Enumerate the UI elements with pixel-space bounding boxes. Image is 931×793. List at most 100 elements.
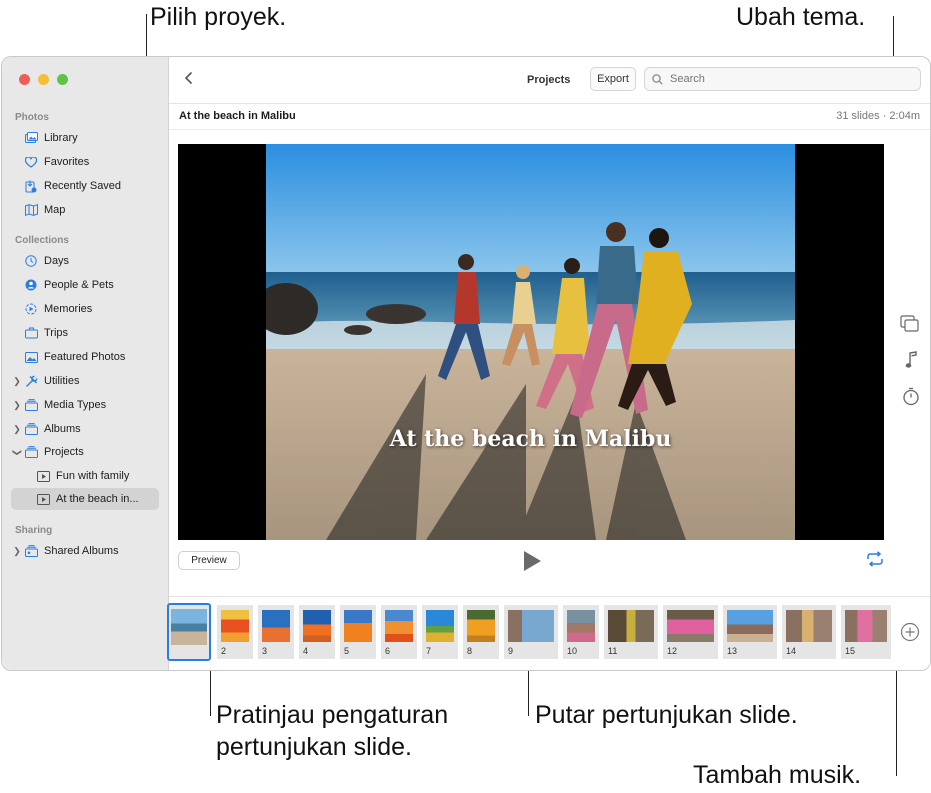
- slide-number: 5: [344, 646, 350, 656]
- stack-icon: [24, 445, 38, 459]
- slide-title-overlay: At the beach in Malibu: [389, 426, 672, 452]
- filmstrip-thumb[interactable]: 5: [340, 605, 376, 659]
- sidebar-item-label: Recently Saved: [44, 180, 122, 192]
- filmstrip-thumb[interactable]: 2: [217, 605, 253, 659]
- slide-number: 8: [467, 646, 473, 656]
- loop-button[interactable]: [866, 551, 884, 572]
- sidebar: Photos Library Favorites Recently Saved …: [2, 57, 169, 670]
- slide-number: 2: [221, 646, 227, 656]
- map-icon: [24, 203, 38, 217]
- sidebar-item-label: Map: [44, 204, 66, 216]
- sidebar-item-label: Fun with family: [56, 470, 130, 482]
- slide-viewer[interactable]: At the beach in Malibu: [178, 144, 884, 540]
- sidebar-item-memories[interactable]: Memories: [11, 298, 159, 320]
- slide-number: 6: [385, 646, 391, 656]
- slide-number: 15: [845, 646, 856, 656]
- callout-change-theme: Ubah tema.: [736, 3, 866, 31]
- callout-play-slideshow: Putar pertunjukan slide.: [535, 701, 798, 729]
- sidebar-item-project-at-the-beach[interactable]: At the beach in...: [11, 488, 159, 510]
- project-header: At the beach in Malibu 31 slides · 2:04m: [169, 104, 930, 130]
- slide-photo: [266, 144, 795, 540]
- sidebar-item-trips[interactable]: Trips: [11, 322, 159, 344]
- minimize-window-button[interactable]: [38, 74, 49, 85]
- library-icon: [24, 131, 38, 145]
- zoom-window-button[interactable]: [57, 74, 68, 85]
- sidebar-item-label: Media Types: [44, 399, 107, 411]
- sidebar-item-people-pets[interactable]: People & Pets: [11, 274, 159, 296]
- photos-window: Photos Library Favorites Recently Saved …: [1, 56, 931, 671]
- chevron-right-icon[interactable]: ❯: [11, 400, 23, 411]
- sidebar-item-favorites[interactable]: Favorites: [11, 151, 159, 173]
- slide-number: 14: [786, 646, 797, 656]
- filmstrip-thumb[interactable]: 4: [299, 605, 335, 659]
- filmstrip-thumb[interactable]: 15: [841, 605, 891, 659]
- chevron-down-icon[interactable]: ❯: [12, 446, 23, 458]
- person-icon: [24, 278, 38, 292]
- sidebar-item-map[interactable]: Map: [11, 199, 159, 221]
- filmstrip-thumb[interactable]: 7: [422, 605, 458, 659]
- music-button[interactable]: [905, 351, 919, 374]
- filmstrip-thumb[interactable]: 14: [782, 605, 836, 659]
- sidebar-item-albums[interactable]: ❯ Albums: [11, 418, 159, 440]
- chevron-right-icon[interactable]: ❯: [11, 546, 23, 557]
- slide-number: 12: [667, 646, 678, 656]
- window-controls: [19, 74, 68, 85]
- filmstrip-thumb[interactable]: 3: [258, 605, 294, 659]
- chevron-right-icon[interactable]: ❯: [11, 424, 23, 435]
- sidebar-item-recently-saved[interactable]: Recently Saved: [11, 175, 159, 197]
- filmstrip-thumb[interactable]: [167, 603, 211, 661]
- sidebar-item-shared-albums[interactable]: ❯ Shared Albums: [11, 540, 159, 562]
- sidebar-item-label: Library: [44, 132, 78, 144]
- filmstrip-thumb[interactable]: 12: [663, 605, 718, 659]
- slide-number: 4: [303, 646, 309, 656]
- preview-button[interactable]: Preview: [178, 551, 240, 570]
- sidebar-item-media-types[interactable]: ❯ Media Types: [11, 394, 159, 416]
- sidebar-item-utilities[interactable]: ❯ Utilities: [11, 370, 159, 392]
- play-button[interactable]: [522, 550, 542, 577]
- sidebar-item-days[interactable]: Days: [11, 250, 159, 272]
- themes-button[interactable]: [900, 315, 920, 338]
- repeat-icon: [867, 551, 883, 567]
- filmstrip-thumb[interactable]: 6: [381, 605, 417, 659]
- filmstrip-thumb[interactable]: 10: [563, 605, 599, 659]
- sidebar-section-photos: Photos: [15, 112, 49, 123]
- sidebar-item-project-fun-with-family[interactable]: Fun with family: [11, 465, 159, 487]
- duration-button[interactable]: [902, 387, 920, 411]
- close-window-button[interactable]: [19, 74, 30, 85]
- add-slide-button[interactable]: [900, 622, 920, 647]
- chevron-right-icon[interactable]: ❯: [11, 376, 23, 387]
- filmstrip-thumb[interactable]: 8: [463, 605, 499, 659]
- search-field[interactable]: [644, 67, 921, 91]
- callout-preview-settings-1: Pratinjau pengaturan: [216, 701, 449, 729]
- sidebar-item-label: Albums: [44, 423, 81, 435]
- photo-icon: [24, 350, 38, 364]
- export-button[interactable]: Export: [590, 67, 636, 91]
- sidebar-section-sharing: Sharing: [15, 525, 53, 536]
- recently-saved-icon: [24, 179, 38, 193]
- sidebar-item-projects[interactable]: ❯ Projects: [11, 441, 159, 463]
- play-icon: [524, 551, 541, 571]
- slide-number: 11: [608, 646, 618, 656]
- sidebar-item-label: Memories: [44, 303, 93, 315]
- chevron-left-icon: [184, 71, 193, 85]
- project-info: 31 slides · 2:04m: [836, 110, 920, 122]
- slideshow-icon: [36, 469, 50, 483]
- timer-icon: [903, 387, 919, 406]
- callout-add-music: Tambah musik.: [693, 761, 862, 789]
- filmstrip-thumb[interactable]: 11: [604, 605, 658, 659]
- sidebar-item-label: Projects: [44, 446, 84, 458]
- memories-icon: [24, 302, 38, 316]
- sidebar-section-collections: Collections: [15, 235, 69, 246]
- sidebar-item-featured-photos[interactable]: Featured Photos: [11, 346, 159, 368]
- music-note-icon: [905, 351, 917, 368]
- slideshow-icon: [36, 492, 50, 506]
- filmstrip-thumb[interactable]: 9: [504, 605, 558, 659]
- search-icon: [652, 73, 663, 85]
- back-button[interactable]: [184, 69, 194, 90]
- slide-number: 13: [727, 646, 738, 656]
- stack-icon: [24, 422, 38, 436]
- sidebar-item-library[interactable]: Library: [11, 127, 159, 149]
- search-input[interactable]: [668, 72, 902, 86]
- filmstrip-thumb[interactable]: 13: [723, 605, 777, 659]
- toolbar: Projects Export: [169, 57, 930, 104]
